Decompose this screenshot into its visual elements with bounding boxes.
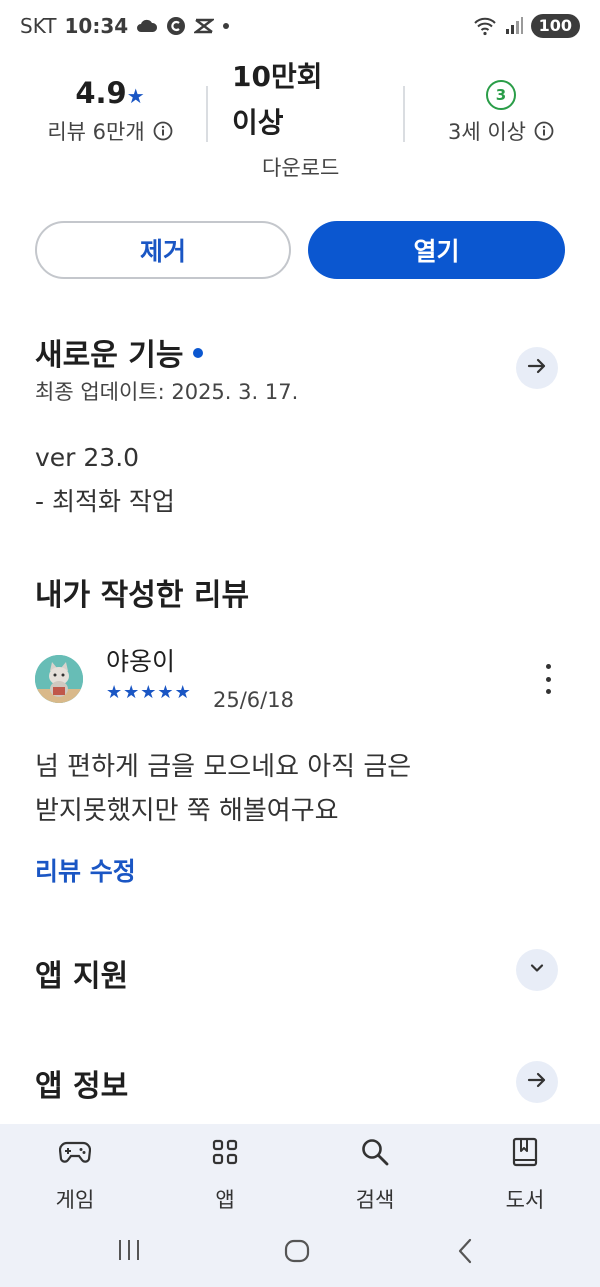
star-icon: ★ [106, 682, 123, 703]
star-icon: ★ [140, 682, 157, 703]
avatar [35, 655, 83, 703]
c-badge-icon [166, 16, 186, 36]
apps-grid-icon [175, 1134, 275, 1170]
app-support-title[interactable]: 앱 지원 [35, 951, 128, 995]
review-date: 25/6/18 [213, 688, 294, 712]
star-icon: ★ [174, 682, 191, 703]
app-info-arrow-button[interactable] [516, 1061, 558, 1103]
last-updated: 최종 업데이트: 2025. 3. 17. [35, 380, 299, 404]
battery-indicator: 100 [530, 14, 580, 38]
nav-label: 도서 [505, 1188, 545, 1212]
more-options-icon[interactable] [538, 664, 558, 694]
whats-new-arrow-button[interactable] [516, 347, 558, 389]
cloud-icon [136, 19, 158, 33]
dot-icon [222, 22, 230, 30]
status-right: 100 [473, 14, 580, 38]
app-info-title[interactable]: 앱 정보 [35, 1061, 128, 1105]
age-rating-badge-icon: 3 [486, 80, 516, 110]
age-rating-stat[interactable]: 3 3세 이상 [420, 80, 582, 146]
stat-divider [403, 86, 405, 142]
carrier-label: SKT [20, 14, 57, 38]
capcut-icon [194, 17, 215, 35]
release-notes-line: ver 23.0 [35, 443, 140, 472]
release-notes-line: - 최적화 작업 [35, 487, 175, 516]
uninstall-button[interactable]: 제거 [35, 221, 291, 279]
whats-new-title: 새로운 기능 [35, 338, 184, 373]
edit-review-link[interactable]: 리뷰 수정 [35, 852, 136, 888]
back-icon[interactable] [455, 1238, 475, 1264]
recent-apps-icon[interactable] [116, 1238, 142, 1262]
new-indicator-dot [193, 347, 204, 358]
whats-new-header[interactable]: 새로운 기능 [35, 330, 204, 374]
reviewer-name: 야옹이 [106, 647, 176, 676]
star-icon: ★ [123, 682, 140, 703]
my-review-title: 내가 작성한 리뷰 [35, 578, 250, 613]
reviews-count: 리뷰 6만개 [47, 120, 145, 144]
rating-stat[interactable]: 4.9★ 리뷰 6만개 [30, 76, 190, 146]
open-button[interactable]: 열기 [308, 221, 565, 279]
search-icon [325, 1134, 425, 1170]
info-icon[interactable] [534, 121, 554, 141]
age-rating-label: 3세 이상 [448, 120, 526, 144]
review-text-line: 받지못했지만 쭉 해볼여구요 [35, 796, 339, 826]
downloads-value-line1: 10만회 [232, 60, 323, 93]
gamepad-icon [25, 1134, 125, 1170]
app-stats: 4.9★ 리뷰 6만개 10만회 이상 다운로드 3 3세 이상 [0, 54, 600, 184]
review-stars: ★ ★ ★ ★ ★ [106, 682, 191, 703]
clock: 10:34 [64, 14, 129, 38]
review-text: 넘 편하게 금을 모으네요 아직 금은 받지못했지만 쭉 해볼여구요 [35, 745, 575, 833]
review-text-line: 넘 편하게 금을 모으네요 아직 금은 [35, 752, 412, 782]
release-notes: ver 23.0 - 최적화 작업 [35, 436, 175, 524]
nav-item-games[interactable]: 게임 [25, 1134, 125, 1214]
nav-item-search[interactable]: 검색 [325, 1134, 425, 1214]
rating-star-icon: ★ [126, 84, 145, 108]
downloads-label: 다운로드 [262, 156, 340, 180]
system-navigation-bar [0, 1228, 600, 1274]
star-icon: ★ [157, 682, 174, 703]
status-bar: SKT 10:34 100 [0, 0, 600, 54]
book-icon [475, 1134, 575, 1170]
stat-divider [206, 86, 208, 142]
nav-label: 게임 [55, 1188, 95, 1212]
downloads-stat: 10만회 이상 다운로드 [232, 54, 382, 182]
downloads-value-line2: 이상 [232, 106, 284, 139]
status-left: SKT 10:34 [20, 14, 230, 38]
arrow-right-icon [526, 355, 548, 381]
nav-label: 검색 [355, 1188, 395, 1212]
nav-item-books[interactable]: 도서 [475, 1134, 575, 1214]
arrow-right-icon [526, 1069, 548, 1095]
chevron-down-icon [527, 958, 547, 982]
app-support-expand-button[interactable] [516, 949, 558, 991]
info-icon[interactable] [153, 121, 173, 141]
nav-item-apps[interactable]: 앱 [175, 1134, 275, 1214]
rating-value: 4.9 [75, 76, 127, 110]
nav-label: 앱 [215, 1188, 235, 1212]
signal-icon [505, 17, 523, 35]
wifi-6-icon [473, 16, 497, 36]
home-icon[interactable] [283, 1238, 311, 1264]
